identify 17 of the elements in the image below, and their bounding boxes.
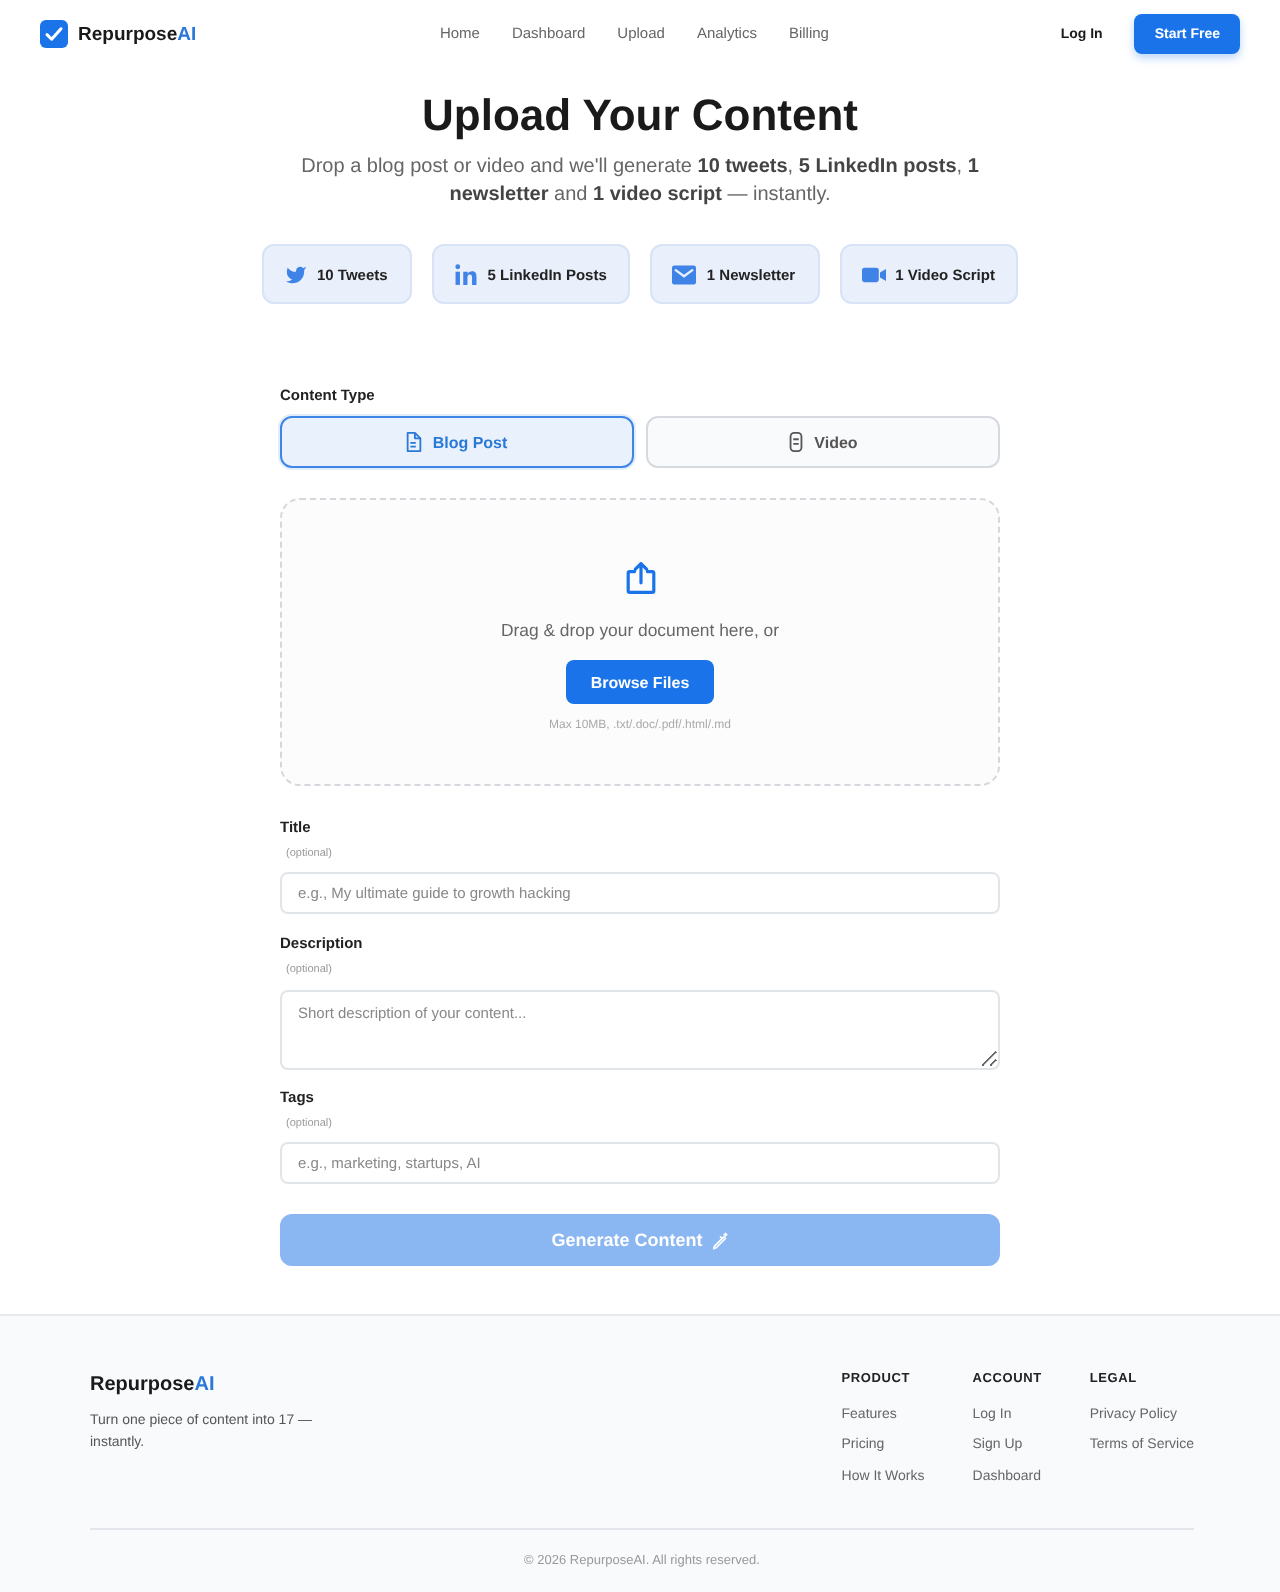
logo-text[interactable]: RepurposeAI — [78, 20, 197, 48]
linkedin-icon — [453, 263, 478, 285]
video-camera-icon — [861, 263, 886, 285]
browse-files-button[interactable]: Browse Files — [566, 660, 714, 704]
document-icon — [406, 432, 423, 452]
logo-icon[interactable] — [40, 20, 68, 48]
content-type-tab[interactable]: Video — [646, 416, 1000, 468]
drop-prompt: Drag & drop your document here, or — [500, 620, 780, 642]
envelope-icon — [672, 263, 697, 285]
footer-logo-text[interactable]: RepurposeAI — [90, 1374, 326, 1398]
page-subtitle: Drop a blog post or video and we'll generate 10 tweets, 5 LinkedIn posts, 1 newsletter and 1 video script — instantly. — [299, 154, 981, 210]
page-title: Upload Your Content — [422, 90, 858, 142]
wand-icon — [712, 1231, 729, 1249]
bird-icon — [283, 263, 307, 285]
film-icon — [788, 432, 805, 452]
content-type-tab[interactable]: Blog Post — [280, 416, 634, 468]
upload-icon — [625, 562, 655, 594]
